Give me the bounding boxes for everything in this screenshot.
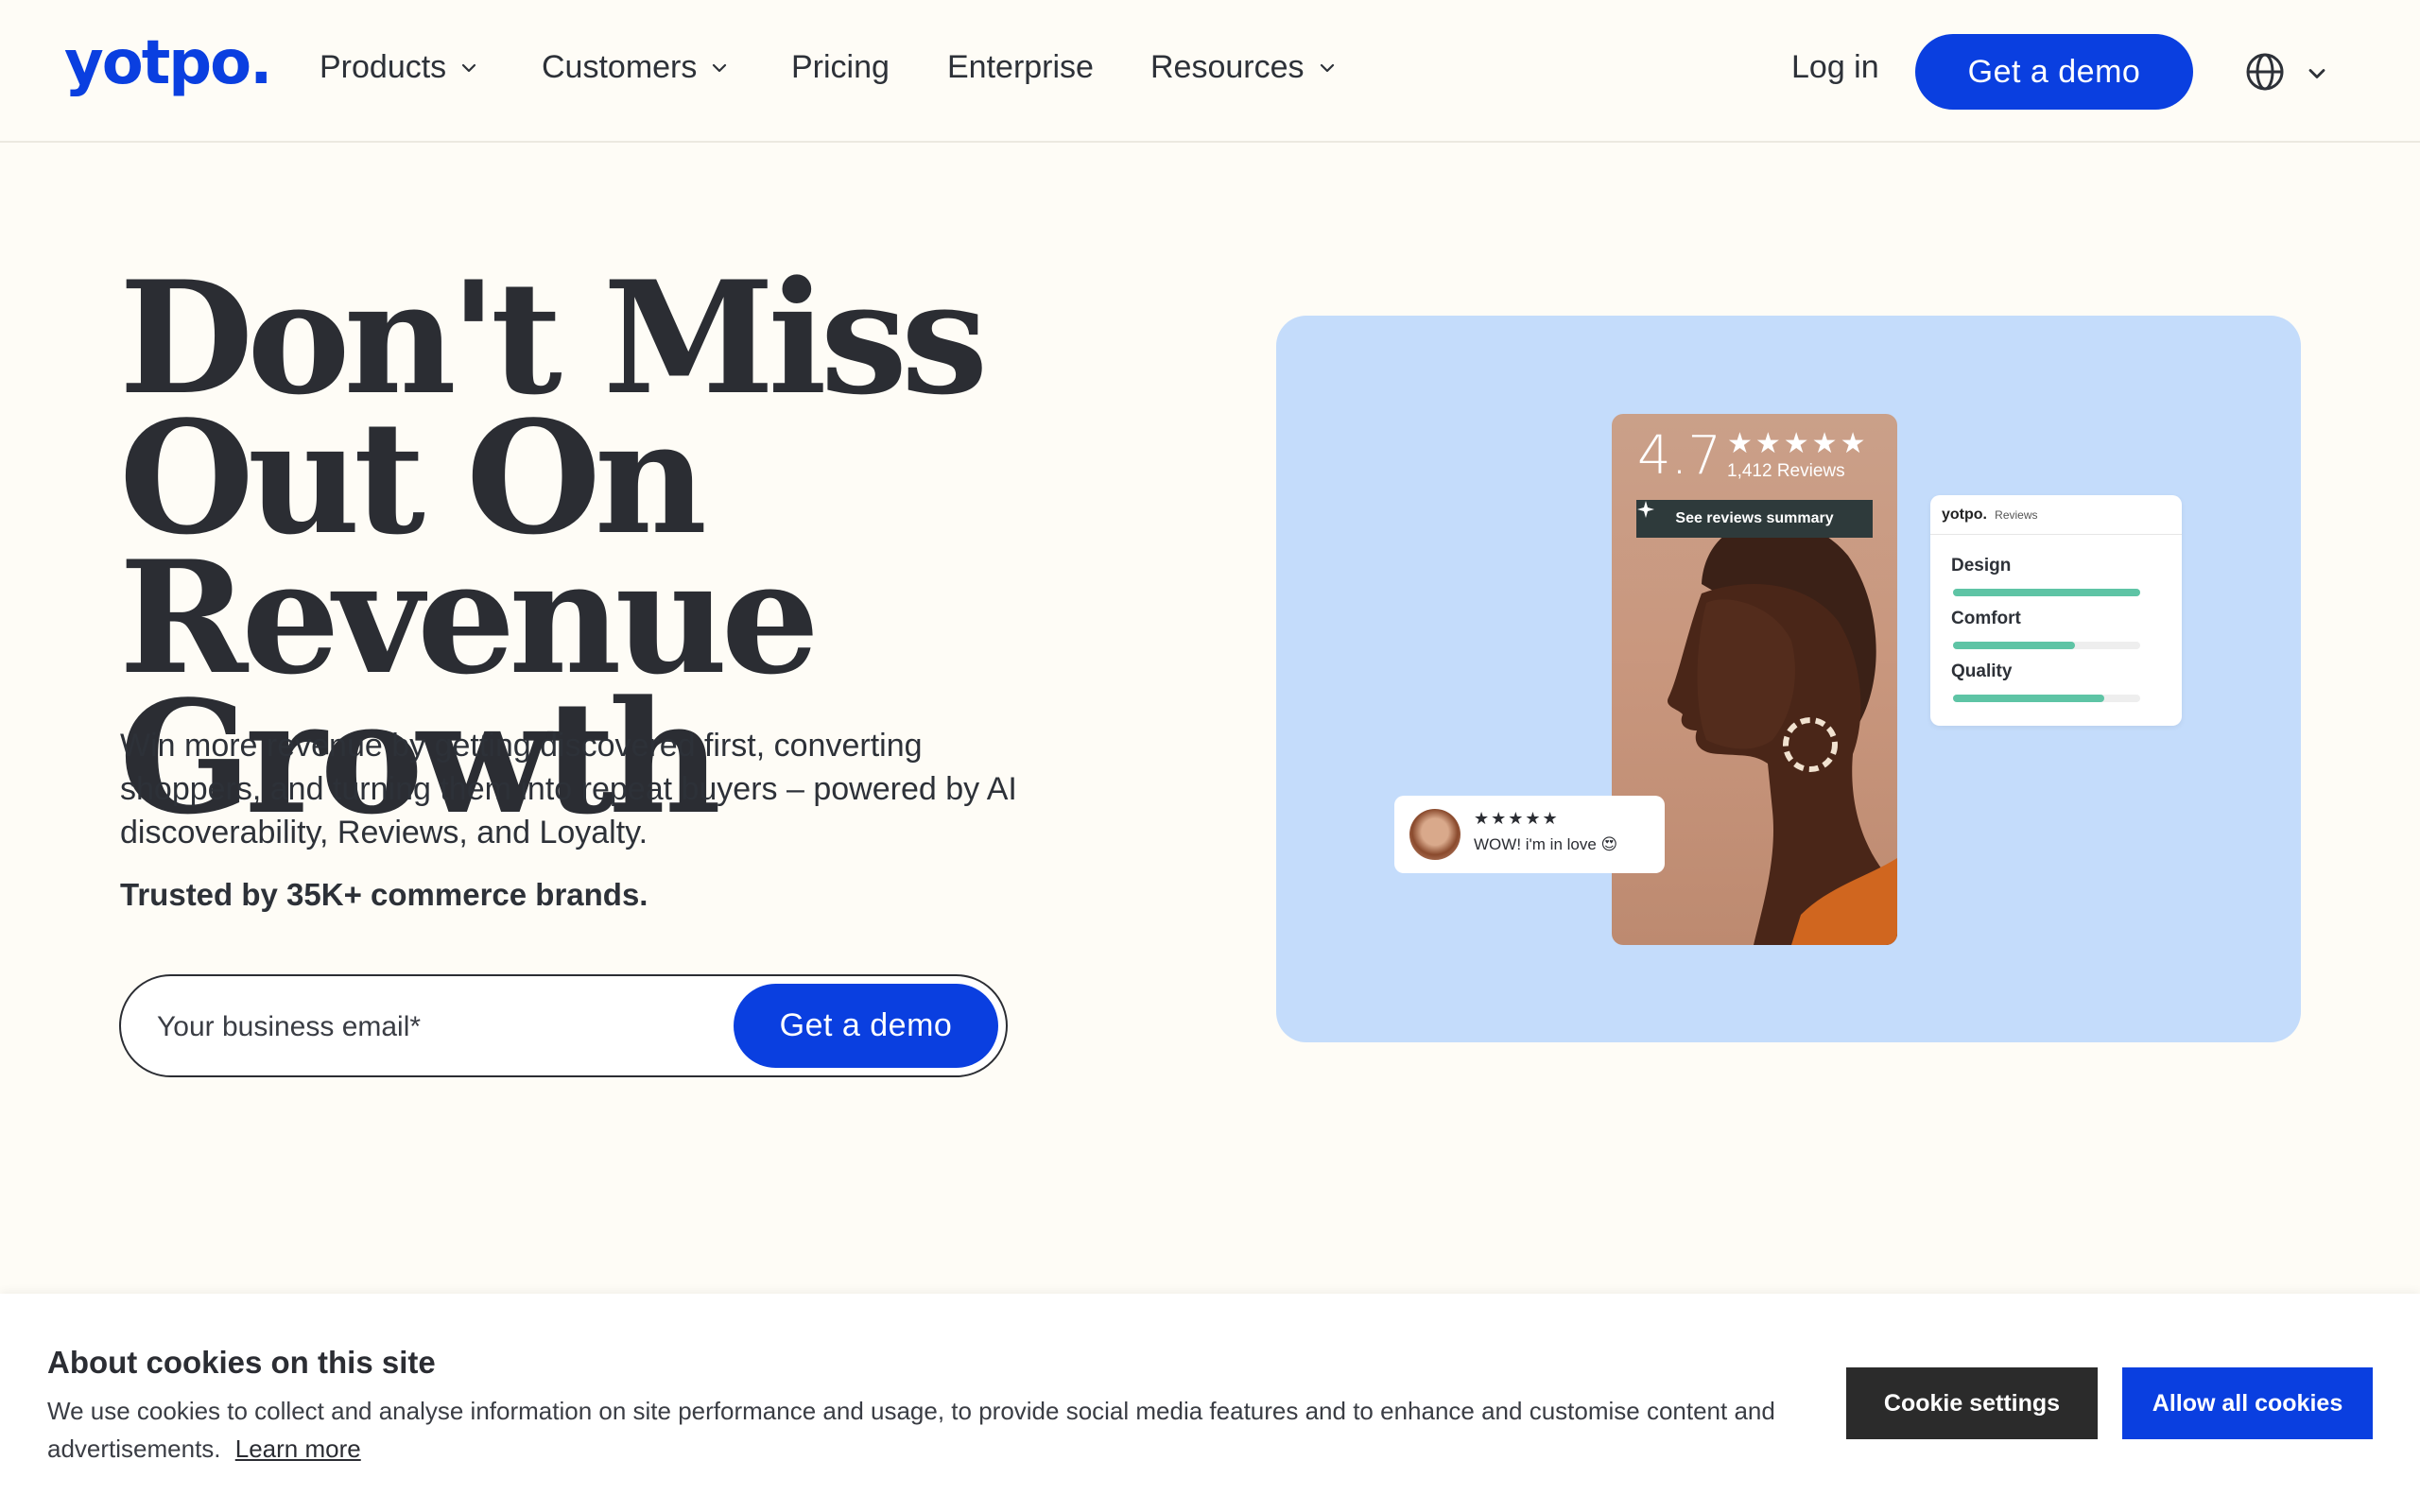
chevron-down-icon — [462, 63, 476, 72]
nav-products-label: Products — [320, 49, 447, 85]
nav-pricing-label: Pricing — [791, 49, 890, 85]
nav-pricing[interactable]: Pricing — [791, 49, 890, 86]
avatar — [1409, 809, 1461, 860]
nav-resources-label: Resources — [1150, 49, 1305, 85]
learn-more-link[interactable]: Learn more — [235, 1435, 361, 1463]
reviews-summary-label: See reviews summary — [1675, 510, 1834, 526]
nav-products[interactable]: Products — [320, 49, 480, 86]
reviews-card-logo: yotpo. — [1942, 507, 1987, 523]
nav-resources[interactable]: Resources — [1150, 49, 1339, 86]
attribute-label-design: Design — [1951, 556, 2012, 576]
attribute-fill-design — [1953, 589, 2140, 596]
chevron-down-icon[interactable] — [2304, 60, 2330, 87]
trusted-text: Trusted by 35K+ commerce brands. — [120, 877, 648, 912]
nav-enterprise-label: Enterprise — [947, 49, 1094, 85]
nav-enterprise[interactable]: Enterprise — [947, 49, 1094, 86]
attribute-fill-comfort — [1953, 642, 2075, 649]
chevron-down-icon — [713, 63, 727, 72]
review-count: 1,412 Reviews — [1727, 461, 1845, 481]
reviews-summary-button[interactable]: See reviews summary — [1636, 500, 1873, 538]
attribute-bar-comfort — [1953, 642, 2140, 649]
attribute-bar-design — [1953, 589, 2140, 596]
attribute-fill-quality — [1953, 695, 2105, 702]
rating-score: 4.7 — [1637, 425, 1722, 487]
attribute-label-quality: Quality — [1951, 662, 2013, 681]
top-nav: yotpo. Products Customers Pricing Enterp… — [0, 0, 2420, 143]
attribute-bar-quality — [1953, 695, 2140, 702]
email-signup-form: Get a demo — [119, 974, 1008, 1077]
review-comment-card: ★★★★★ WOW! i'm in love 😍 — [1394, 796, 1665, 873]
nav-customers[interactable]: Customers — [542, 49, 731, 86]
hero-subcopy: Win more revenue by getting discovered f… — [120, 728, 1017, 850]
reviews-breakdown-card: yotpo. Reviews Design Comfort Quality — [1930, 495, 2182, 726]
attribute-label-comfort: Comfort — [1951, 609, 2021, 628]
cookie-settings-button[interactable]: Cookie settings — [1846, 1367, 2098, 1439]
cookie-title: About cookies on this site — [47, 1345, 436, 1380]
reviews-card-subtitle: Reviews — [1995, 508, 2038, 522]
sparkle-icon — [1637, 501, 1654, 518]
rating-stars: ★★★★★ — [1727, 428, 1869, 459]
login-link[interactable]: Log in — [1791, 49, 1879, 86]
reviews-card-header: yotpo. Reviews — [1930, 495, 2182, 535]
form-get-demo-button[interactable]: Get a demo — [734, 984, 998, 1068]
business-email-input[interactable] — [157, 1001, 686, 1054]
cookie-description: We use cookies to collect and analyse in… — [47, 1392, 1796, 1468]
comment-stars: ★★★★★ — [1474, 809, 1560, 828]
globe-icon[interactable] — [2244, 51, 2286, 93]
get-demo-button[interactable]: Get a demo — [1915, 34, 2193, 110]
nav-customers-label: Customers — [542, 49, 698, 85]
cookie-banner: About cookies on this site We use cookie… — [0, 1294, 2420, 1512]
hero-visual: 4.7 ★★★★★ 1,412 Reviews See reviews summ… — [1276, 316, 2301, 1042]
allow-all-cookies-button[interactable]: Allow all cookies — [2122, 1367, 2373, 1439]
chevron-down-icon — [1320, 63, 1334, 72]
yotpo-logo[interactable]: yotpo. — [64, 28, 272, 98]
comment-text: WOW! i'm in love 😍 — [1474, 835, 1618, 853]
